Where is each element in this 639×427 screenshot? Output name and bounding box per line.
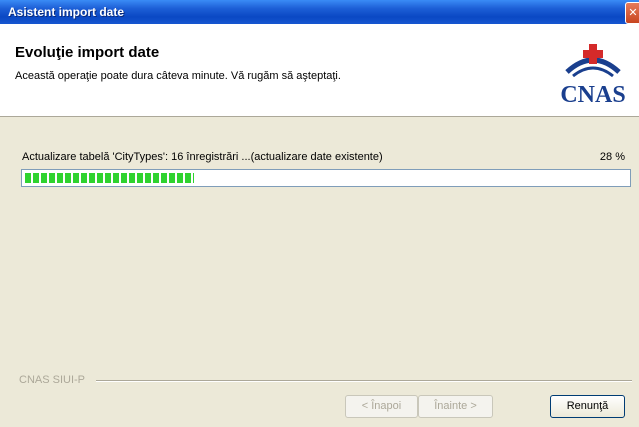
- logo-text: CNAS: [560, 82, 626, 108]
- wizard-header: Evoluţie import date Această operaţie po…: [0, 24, 639, 117]
- next-button[interactable]: Înainte >: [418, 395, 493, 418]
- progress-percent: 28 %: [599, 151, 625, 163]
- progress-fill: [25, 173, 194, 183]
- cnas-logo-icon: [565, 44, 621, 78]
- close-button[interactable]: ✕: [625, 2, 639, 24]
- window-title: Asistent import date: [8, 5, 125, 19]
- cancel-button[interactable]: Renunţă: [550, 395, 625, 418]
- footer-divider: [96, 380, 632, 382]
- title-bar: Asistent import date ✕: [0, 0, 639, 24]
- group-label: CNAS SIUI-P: [19, 374, 86, 386]
- progress-bar: [21, 169, 631, 187]
- import-wizard-window: Asistent import date ✕ Evoluţie import d…: [0, 0, 639, 427]
- back-button[interactable]: < Înapoi: [345, 395, 418, 418]
- page-subtitle: Această operaţie poate dura câteva minut…: [15, 70, 341, 82]
- progress-status: Actualizare tabelă 'CityTypes': 16 înreg…: [22, 151, 383, 163]
- page-title: Evoluţie import date: [15, 44, 160, 61]
- cnas-logo: CNAS: [553, 42, 633, 110]
